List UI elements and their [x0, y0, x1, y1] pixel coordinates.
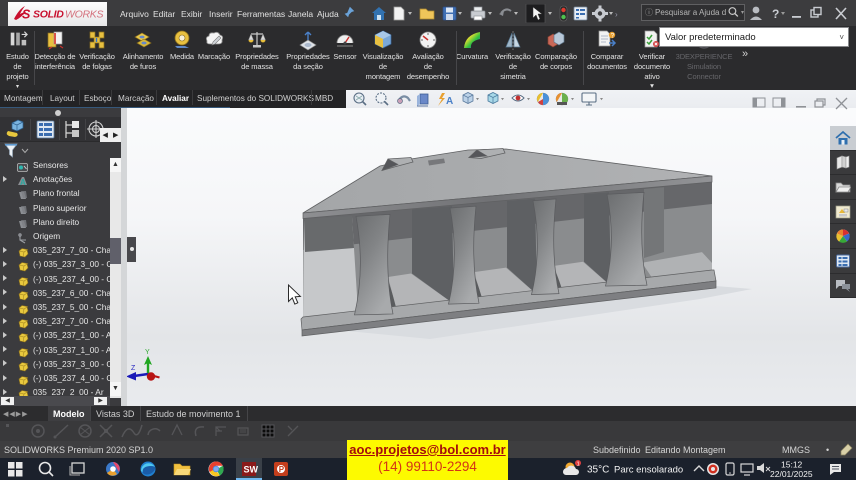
svg-text:22/01/2025: 22/01/2025 [770, 469, 813, 479]
svg-text:›: › [615, 10, 618, 19]
svg-text:Z: Z [131, 365, 136, 372]
svg-text:15:12: 15:12 [781, 460, 803, 470]
svg-text:?: ? [772, 7, 779, 21]
svg-text:Parc ensolarado: Parc ensolarado [614, 465, 683, 476]
svg-text:SW: SW [244, 465, 259, 475]
svg-text:WORKS: WORKS [65, 9, 103, 21]
svg-text:?: ? [611, 32, 615, 39]
svg-text:S: S [22, 8, 31, 22]
svg-text:SOLID: SOLID [33, 9, 64, 21]
svg-text:P: P [279, 465, 285, 474]
svg-text:35°C: 35°C [587, 465, 609, 476]
svg-text:A: A [446, 96, 453, 107]
svg-text:A: A [20, 178, 26, 187]
svg-text:1: 1 [577, 462, 580, 468]
svg-text:Y: Y [145, 349, 150, 356]
